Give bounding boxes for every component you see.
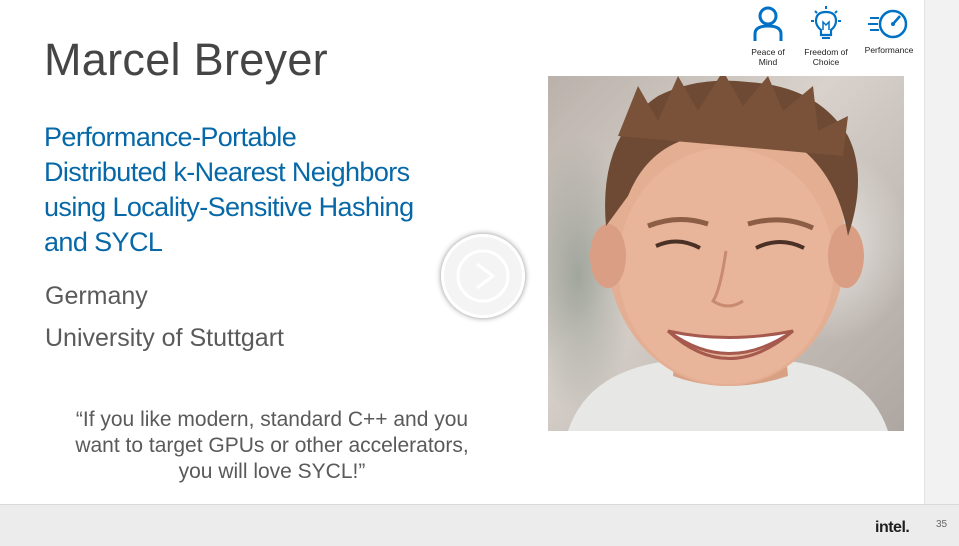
speaker-quote: “If you like modern, standard C++ and yo… bbox=[28, 407, 516, 485]
intel-logo: intel. bbox=[875, 519, 910, 536]
person-icon bbox=[753, 6, 783, 41]
talk-title-line: Performance-Portable bbox=[44, 122, 297, 152]
lightbulb-icon bbox=[811, 6, 841, 39]
quote-line: you will love SYCL!” bbox=[178, 460, 366, 483]
badge-label: Choice bbox=[812, 57, 840, 67]
badge-freedom-of-choice: Freedom of Choice bbox=[797, 6, 855, 67]
talk-title-line: using Locality-Sensitive Hashing bbox=[44, 192, 414, 222]
speaker-name: Marcel Breyer bbox=[44, 34, 328, 85]
slide-footer: intel. 35 bbox=[0, 504, 959, 546]
slide: Marcel Breyer Performance-Portable Distr… bbox=[0, 0, 925, 504]
badge-performance: Performance bbox=[857, 6, 921, 55]
badge-label: Performance bbox=[864, 45, 914, 55]
play-button[interactable] bbox=[441, 234, 525, 318]
speaker-university: University of Stuttgart bbox=[45, 324, 284, 352]
quote-line: “If you like modern, standard C++ and yo… bbox=[75, 408, 469, 431]
speaker-country: Germany bbox=[45, 282, 148, 310]
play-icon bbox=[456, 249, 510, 303]
value-badges: Peace of Mind Freedom of Choice Performa… bbox=[745, 6, 925, 76]
badge-label: Mind bbox=[758, 57, 778, 67]
quote-line: want to target GPUs or other accelerator… bbox=[75, 434, 469, 457]
page-number: 35 bbox=[936, 519, 948, 530]
side-panel bbox=[925, 0, 959, 504]
talk-title-line: Distributed k-Nearest Neighbors bbox=[44, 157, 410, 187]
speedometer-icon bbox=[868, 9, 908, 39]
speaker-photo bbox=[548, 76, 904, 431]
badge-label: Freedom of bbox=[804, 47, 848, 57]
badge-peace-of-mind: Peace of Mind bbox=[747, 6, 789, 67]
speaker-portrait-illustration bbox=[568, 76, 888, 431]
badge-label: Peace of bbox=[751, 47, 785, 57]
